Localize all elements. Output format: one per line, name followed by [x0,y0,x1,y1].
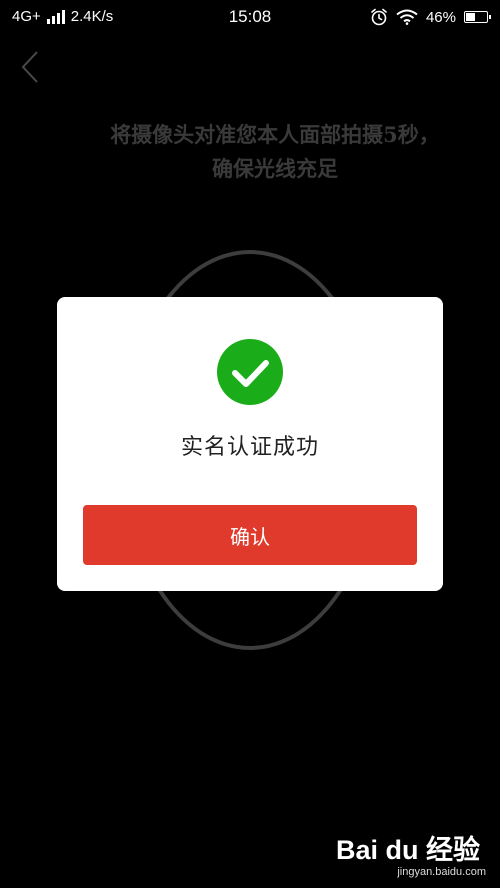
battery-icon [464,11,491,23]
battery-percent: 46% [425,8,456,26]
watermark-logo: Bai du 经验 [336,834,481,865]
battery-fill [466,13,475,21]
chevron-left-icon[interactable] [18,50,42,84]
status-bar: 4G+ 2.4K/s 15:08 46% [0,0,500,34]
screen: 4G+ 2.4K/s 15:08 46% 将摄像头对准您本人面部拍摄5秒， 确保… [0,0,500,888]
success-dialog: 实名认证成功 确认 [57,297,443,591]
status-right: 46% [370,8,491,26]
alarm-icon [371,8,387,26]
camera-instruction: 将摄像头对准您本人面部拍摄5秒， 确保光线充足 [110,122,440,181]
confirm-button[interactable]: 确认 [83,505,417,565]
baidu-jingyan-watermark: Bai du 经验 jingyan.baidu.com [336,830,486,880]
watermark-url: jingyan.baidu.com [397,866,486,878]
dialog-message: 实名认证成功 [180,435,319,460]
wifi-icon [396,9,418,25]
check-circle-icon [217,339,283,405]
